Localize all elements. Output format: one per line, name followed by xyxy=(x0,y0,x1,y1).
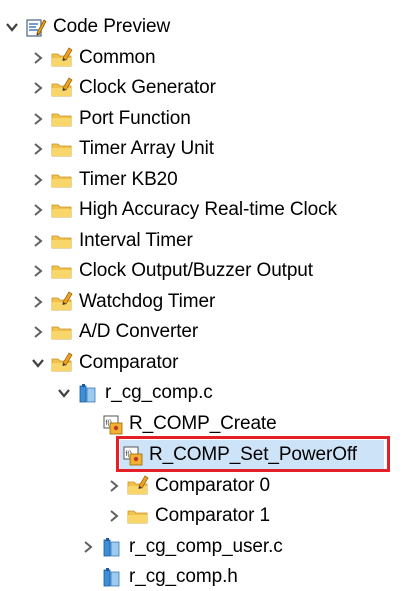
chevron-right-icon[interactable] xyxy=(30,195,46,224)
tree-item-ad-converter[interactable]: A/D Converter xyxy=(30,317,198,346)
tree-item-label: Comparator 1 xyxy=(155,505,270,526)
tree-item-label: Common xyxy=(79,47,156,68)
tree-item-interval-timer[interactable]: Interval Timer xyxy=(30,226,193,255)
tree-item-label: Comparator 0 xyxy=(155,475,270,496)
tree-item-label: Code Preview xyxy=(53,16,171,37)
chevron-down-icon[interactable] xyxy=(56,378,72,407)
chevron-right-icon[interactable] xyxy=(30,256,46,285)
c-file-icon xyxy=(77,382,99,404)
function-icon: f() xyxy=(122,444,144,466)
chevron-right-icon[interactable] xyxy=(30,287,46,316)
chevron-right-icon[interactable] xyxy=(30,226,46,255)
tree-item-label: Interval Timer xyxy=(79,230,193,251)
function-icon: f() xyxy=(102,413,124,435)
folder-pencil-icon xyxy=(51,352,73,374)
tree-item-comparator[interactable]: Comparator xyxy=(30,348,178,377)
chevron-right-icon[interactable] xyxy=(30,165,46,194)
chevron-down-icon[interactable] xyxy=(30,348,46,377)
folder-icon xyxy=(51,169,73,191)
tree-item-common[interactable]: Common xyxy=(30,43,156,72)
c-file-icon xyxy=(101,536,123,558)
tree-item-r-comp-set-poweroff[interactable]: f() R_COMP_Set_PowerOff xyxy=(120,440,384,469)
tree-item-comparator-1[interactable]: Comparator 1 xyxy=(106,501,270,530)
h-file-icon xyxy=(101,566,123,588)
tree-item-label: r_cg_comp_user.c xyxy=(129,536,283,557)
folder-pencil-icon xyxy=(51,47,73,69)
tree-item-timer-kb20[interactable]: Timer KB20 xyxy=(30,165,178,194)
tree-item-label: R_COMP_Set_PowerOff xyxy=(149,444,357,465)
folder-icon xyxy=(51,260,73,282)
chevron-right-icon[interactable] xyxy=(80,532,96,561)
tree-item-r-cg-comp-c[interactable]: r_cg_comp.c xyxy=(56,378,213,407)
folder-icon xyxy=(51,321,73,343)
tree-item-label: Clock Output/Buzzer Output xyxy=(79,260,313,281)
tree-item-label: Timer KB20 xyxy=(79,169,178,190)
folder-pencil-icon xyxy=(51,77,73,99)
tree-item-label: Timer Array Unit xyxy=(79,138,214,159)
tree-item-r-cg-comp-user-c[interactable]: r_cg_comp_user.c xyxy=(80,532,283,561)
tree-item-watchdog-timer[interactable]: Watchdog Timer xyxy=(30,287,215,316)
tree-item-high-accuracy-rtc[interactable]: High Accuracy Real-time Clock xyxy=(30,195,337,224)
tree-item-label: High Accuracy Real-time Clock xyxy=(79,199,337,220)
tree-item-comparator-0[interactable]: Comparator 0 xyxy=(106,471,270,500)
folder-pencil-icon xyxy=(51,291,73,313)
tree-item-label: r_cg_comp.c xyxy=(105,382,213,403)
chevron-right-icon[interactable] xyxy=(30,104,46,133)
folder-icon xyxy=(51,230,73,252)
tree-item-code-preview[interactable]: Code Preview xyxy=(4,12,170,41)
tree-item-r-comp-create[interactable]: f() R_COMP_Create xyxy=(102,409,277,438)
tree-item-label: R_COMP_Create xyxy=(129,413,277,434)
folder-icon xyxy=(51,108,73,130)
tree-item-clock-generator[interactable]: Clock Generator xyxy=(30,73,216,102)
chevron-right-icon[interactable] xyxy=(30,134,46,163)
tree-item-clock-output-buzzer[interactable]: Clock Output/Buzzer Output xyxy=(30,256,313,285)
tree-item-label: A/D Converter xyxy=(79,321,199,342)
tree-item-label: Port Function xyxy=(79,108,191,129)
chevron-right-icon[interactable] xyxy=(30,73,46,102)
tree-item-timer-array-unit[interactable]: Timer Array Unit xyxy=(30,134,214,163)
tree-item-label: r_cg_comp.h xyxy=(129,566,238,587)
folder-icon xyxy=(51,199,73,221)
tree-item-label: Watchdog Timer xyxy=(79,291,216,312)
tree-item-r-cg-comp-h[interactable]: r_cg_comp.h xyxy=(101,562,238,591)
chevron-right-icon[interactable] xyxy=(106,501,122,530)
tree-item-port-function[interactable]: Port Function xyxy=(30,104,191,133)
folder-pencil-icon xyxy=(127,475,149,497)
folder-icon xyxy=(127,505,149,527)
chevron-right-icon[interactable] xyxy=(106,471,122,500)
code-preview-icon xyxy=(25,16,47,38)
code-preview-tree: Code Preview Common Clock Generator Port… xyxy=(0,0,411,587)
folder-icon xyxy=(51,138,73,160)
tree-item-label: Clock Generator xyxy=(79,77,216,98)
chevron-down-icon[interactable] xyxy=(4,12,20,41)
tree-item-label: Comparator xyxy=(79,352,179,373)
chevron-right-icon[interactable] xyxy=(30,43,46,72)
chevron-right-icon[interactable] xyxy=(30,317,46,346)
